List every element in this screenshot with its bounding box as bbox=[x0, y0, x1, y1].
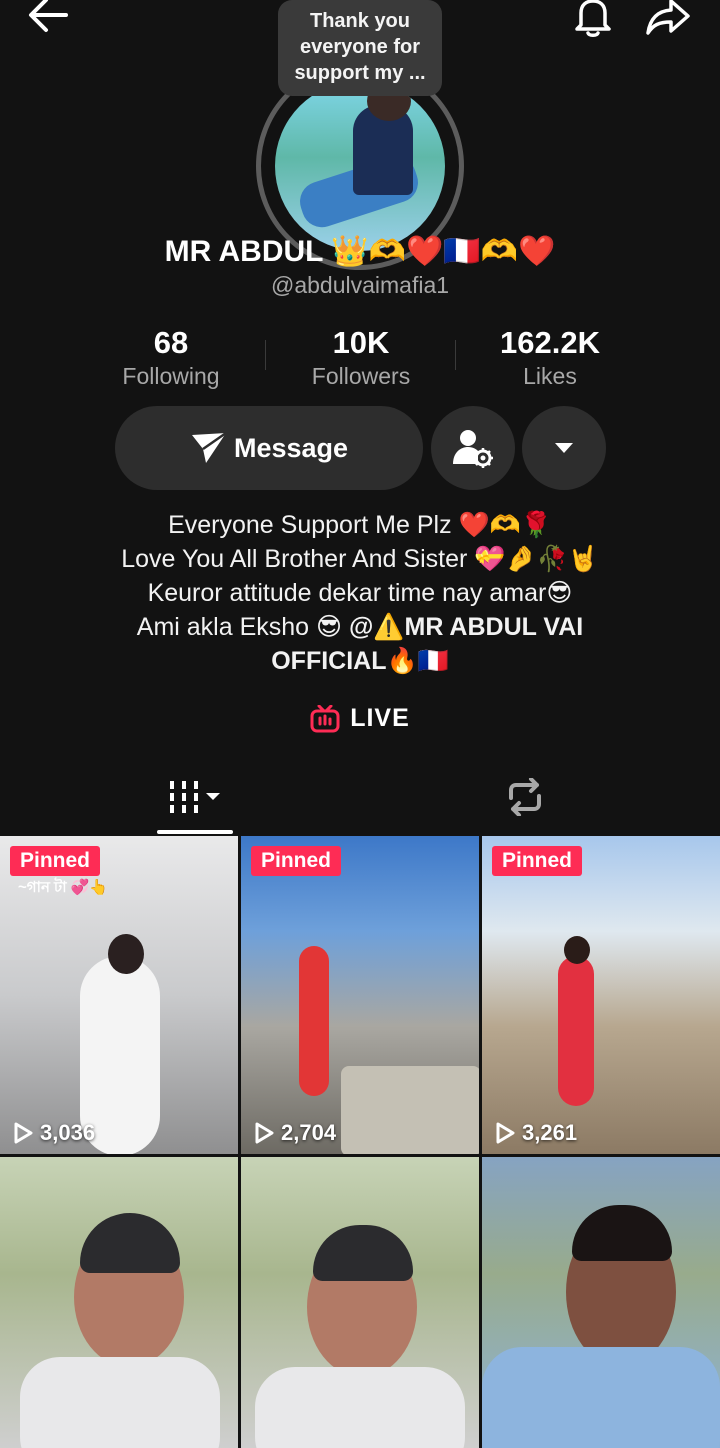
tab-reposts[interactable] bbox=[480, 760, 570, 834]
more-options-button[interactable] bbox=[522, 406, 606, 490]
pinned-badge: Pinned bbox=[251, 846, 342, 876]
profile-tabs bbox=[0, 760, 720, 834]
stat-divider bbox=[265, 340, 266, 370]
pinned-badge: Pinned bbox=[10, 846, 101, 876]
play-icon bbox=[496, 1122, 515, 1144]
repost-icon bbox=[509, 778, 541, 816]
message-button[interactable]: Message bbox=[115, 406, 423, 490]
video-thumbnail[interactable]: Pinned 2,704 bbox=[241, 836, 479, 1154]
thumbnail-figure bbox=[564, 936, 590, 964]
bio-line: Keuror attitude dekar time nay amar😎 bbox=[147, 579, 573, 607]
bio-mention-link[interactable]: @⚠️MR ABDUL VAI bbox=[349, 613, 583, 641]
back-button[interactable] bbox=[18, 0, 78, 40]
thumbnail-figure bbox=[558, 956, 594, 1106]
following-label: Following bbox=[122, 363, 220, 389]
display-name: MR ABDUL 👑🫶❤️🇫🇷🫶❤️ bbox=[164, 235, 556, 268]
user-settings-icon bbox=[453, 430, 493, 468]
view-count: 3,036 bbox=[12, 1120, 95, 1146]
stat-divider bbox=[455, 340, 456, 370]
following-stat[interactable]: 68 Following bbox=[81, 325, 261, 390]
username-handle: @abdulvaimafia1 bbox=[270, 272, 450, 298]
videos-grid-icon bbox=[170, 781, 220, 813]
live-label: LIVE bbox=[350, 704, 410, 732]
view-count-text: 2,704 bbox=[281, 1120, 337, 1145]
send-icon bbox=[191, 431, 227, 463]
bio-mention-link[interactable]: OFFICIAL🔥🇫🇷 bbox=[0, 644, 720, 678]
active-tab-indicator bbox=[157, 830, 233, 834]
likes-count: 162.2K bbox=[500, 325, 600, 360]
video-thumbnail[interactable]: Pinned ~গান টা 💞👆 3,036 bbox=[0, 836, 238, 1154]
live-link[interactable]: LIVE bbox=[0, 704, 720, 733]
likes-label: Likes bbox=[523, 363, 577, 389]
view-count: 2,704 bbox=[253, 1120, 336, 1146]
followers-label: Followers bbox=[311, 363, 411, 389]
bio-line: Everyone Support Me Plz ❤️🫶🌹 bbox=[168, 511, 552, 539]
avatar[interactable] bbox=[275, 81, 445, 251]
add-friend-button[interactable] bbox=[431, 406, 515, 490]
video-caption: ~গান টা 💞👆 bbox=[18, 879, 109, 896]
bio-line: Ami akla Eksho 😎 @⚠️MR ABDUL VAI bbox=[0, 610, 720, 644]
thumbnail-figure bbox=[20, 1357, 220, 1448]
play-icon bbox=[14, 1122, 33, 1144]
bell-icon bbox=[575, 0, 611, 37]
view-count: 3,261 bbox=[494, 1120, 577, 1146]
thumbnail-figure bbox=[313, 1225, 413, 1281]
profile-note-bubble[interactable]: Thank you everyone for support my ... bbox=[278, 0, 442, 96]
play-icon bbox=[255, 1122, 274, 1144]
back-arrow-icon bbox=[29, 0, 68, 32]
thumbnail-figure bbox=[80, 1213, 180, 1273]
bio-text: Everyone Support Me Plz ❤️🫶🌹 Love You Al… bbox=[0, 508, 720, 678]
bio-line: Love You All Brother And Sister 💝🤌🥀🤘 bbox=[121, 545, 599, 573]
chevron-down-icon bbox=[555, 443, 573, 453]
tab-videos[interactable] bbox=[150, 760, 240, 834]
video-thumbnail[interactable]: Pinned 3,261 bbox=[482, 836, 720, 1154]
video-grid: Pinned ~গান টা 💞👆 3,036 Pinned 2,704 Pin… bbox=[0, 836, 720, 1448]
thumbnail-figure bbox=[482, 1347, 720, 1448]
view-count-text: 3,036 bbox=[40, 1120, 96, 1145]
message-label: Message bbox=[233, 432, 349, 463]
video-thumbnail[interactable] bbox=[0, 1157, 238, 1448]
thumbnail-figure bbox=[255, 1367, 465, 1448]
live-tv-icon bbox=[310, 704, 340, 732]
thumbnail-figure bbox=[572, 1205, 672, 1261]
thumbnail-figure bbox=[108, 934, 144, 974]
video-thumbnail[interactable] bbox=[241, 1157, 479, 1448]
following-count: 68 bbox=[153, 325, 189, 360]
view-count-text: 3,261 bbox=[522, 1120, 578, 1145]
thumbnail-figure bbox=[341, 1066, 479, 1154]
followers-stat[interactable]: 10K Followers bbox=[271, 325, 451, 390]
notifications-button[interactable] bbox=[566, 0, 620, 44]
video-thumbnail[interactable] bbox=[482, 1157, 720, 1448]
share-button[interactable] bbox=[640, 0, 696, 44]
likes-stat[interactable]: 162.2K Likes bbox=[460, 325, 640, 390]
share-arrow-icon bbox=[646, 0, 690, 35]
pinned-badge: Pinned bbox=[492, 846, 583, 876]
bio-line-text: Ami akla Eksho 😎 bbox=[136, 613, 350, 641]
thumbnail-figure bbox=[299, 946, 329, 1096]
followers-count: 10K bbox=[332, 325, 390, 360]
